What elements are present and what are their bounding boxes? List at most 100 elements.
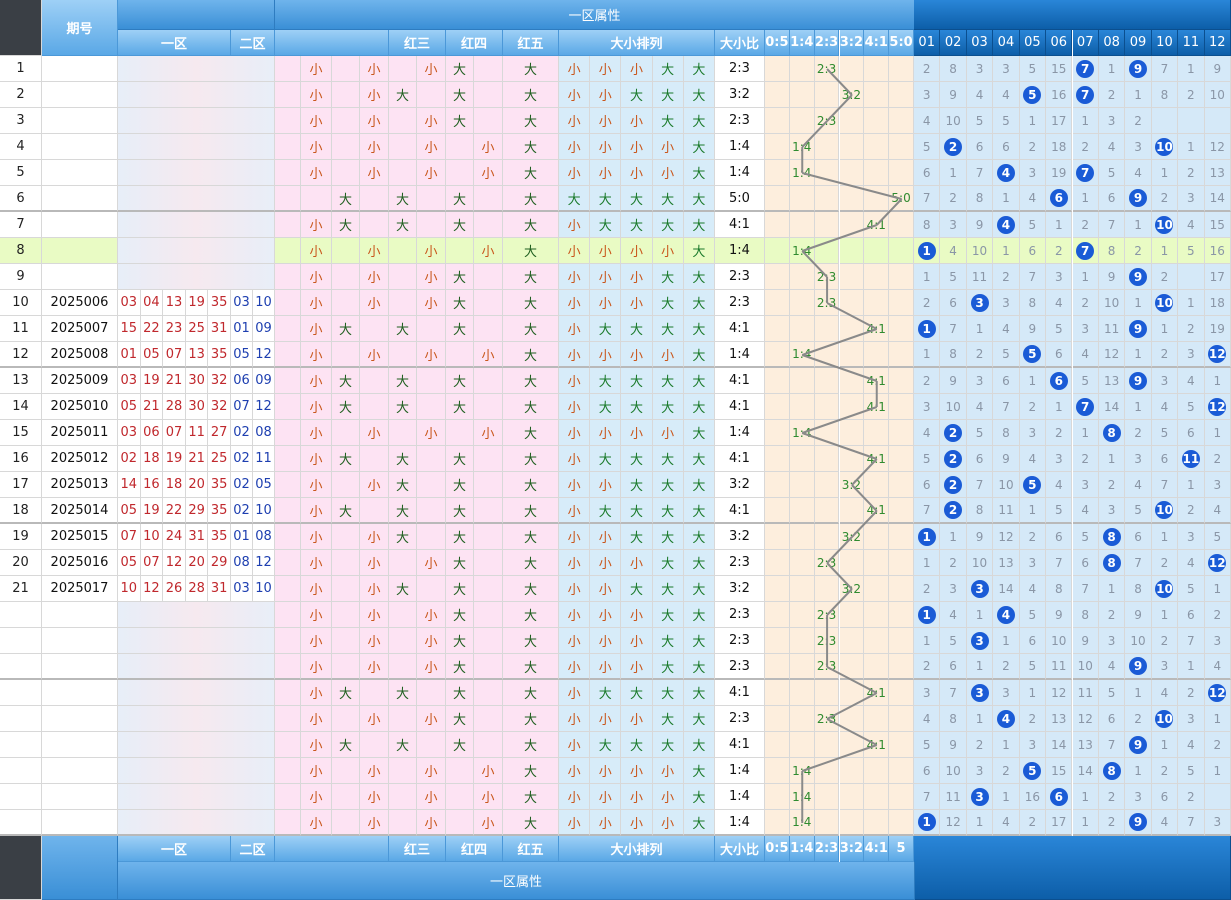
miss-cell: 11 (993, 498, 1020, 524)
attr-cell (446, 420, 474, 446)
miss-cell: 6 (1046, 524, 1073, 550)
miss-cell: 2 (940, 134, 967, 160)
miss-count: 13 (1209, 165, 1225, 180)
attr-cell: 小 (301, 56, 332, 82)
miss-cell: 11 (940, 784, 967, 810)
size-ratio-value: 1:4 (715, 758, 765, 784)
ratio-trend-cell (889, 706, 914, 732)
attr-cell: 大 (389, 316, 417, 342)
red-number: 32 (208, 394, 231, 420)
hit-ball: 2 (944, 501, 963, 519)
miss-count: 2 (949, 555, 957, 570)
size-order-cell: 小 (590, 524, 622, 550)
miss-cell: 13 (993, 550, 1020, 576)
ratio-trend-cell (889, 628, 914, 654)
miss-cell: 7 (966, 472, 994, 498)
attr-cell (301, 186, 332, 212)
miss-cell: 1 (966, 706, 994, 732)
miss-cell (1204, 784, 1231, 810)
size-ratio-value: 4:1 (715, 394, 765, 420)
size-order-cell: 大 (683, 212, 715, 238)
attr-gap (275, 628, 301, 654)
miss-count: 5 (1081, 373, 1090, 388)
ratio-col-header: 1:4 (789, 30, 815, 56)
ratio-trend-cell (889, 316, 914, 342)
size-ratio-value: 4:1 (715, 446, 765, 472)
miss-cell: 1 (1019, 368, 1047, 394)
miss-count: 6 (1187, 425, 1195, 440)
miss-count: 1 (922, 633, 931, 648)
attr-cell (417, 472, 446, 498)
miss-count: 8 (1107, 243, 1116, 258)
miss-count: 2 (1081, 139, 1090, 154)
miss-cell: 1 (914, 550, 941, 576)
attr-cell (332, 342, 360, 368)
size-order-cell: 大 (652, 446, 684, 472)
size-ratio-value: 1:4 (715, 160, 765, 186)
ratio-trend-cell (839, 602, 865, 628)
size-order-cell: 大 (652, 82, 684, 108)
row-period (42, 654, 118, 680)
miss-count: 1 (1187, 139, 1195, 154)
red-number: 07 (163, 342, 186, 368)
attr-cell: 大 (446, 82, 474, 108)
masked-numbers (118, 784, 275, 810)
miss-cell: 5 (914, 446, 941, 472)
blue-number: 10 (253, 498, 275, 524)
hit-ball: 1 (917, 813, 936, 831)
attr-cell: 小 (360, 290, 389, 316)
miss-count: 10 (971, 243, 988, 258)
ratio-trend-cell (765, 186, 790, 212)
miss-cell: 3 (1151, 654, 1179, 680)
size-order-cell: 大 (590, 680, 622, 706)
miss-cell: 7 (966, 160, 994, 186)
miss-col-header: 05 (1019, 30, 1047, 56)
miss-cell: 9 (1125, 186, 1152, 212)
attr-cell (417, 680, 446, 706)
miss-cell: 4 (914, 420, 941, 446)
red-number: 30 (185, 368, 209, 394)
miss-count: 4 (949, 243, 957, 258)
size-order-cell: 小 (621, 420, 653, 446)
ratio-trend-cell (789, 290, 815, 316)
red-number: 15 (118, 316, 141, 342)
blue-number: 08 (253, 420, 275, 446)
miss-count: 9 (1107, 269, 1116, 284)
ratio-trend-cell (765, 550, 790, 576)
ratio-trend-cell (864, 82, 890, 108)
miss-count: 13 (1051, 711, 1067, 726)
attr-cell: 小 (417, 290, 446, 316)
size-order-cell: 小 (590, 576, 622, 602)
miss-count: 1 (922, 269, 931, 284)
miss-cell: 3 (1098, 498, 1126, 524)
miss-footer (914, 836, 1231, 900)
attr-cell: 小 (474, 238, 503, 264)
size-ratio-value: 2:3 (715, 706, 765, 732)
attr-cell (389, 108, 417, 134)
miss-count: 8 (1081, 607, 1090, 622)
miss-cell: 4 (1178, 550, 1205, 576)
miss-cell: 3 (966, 784, 994, 810)
miss-cell: 2 (940, 186, 967, 212)
attr-cell (332, 108, 360, 134)
miss-cell: 4 (966, 394, 994, 420)
miss-cell: 2 (1151, 186, 1179, 212)
attr-cell: 小 (301, 82, 332, 108)
attr-gap (275, 134, 301, 160)
miss-count: 3 (1028, 737, 1037, 752)
miss-cell: 1 (1151, 732, 1179, 758)
attr-cell: 小 (301, 524, 332, 550)
ratio-trend-cell (839, 784, 865, 810)
miss-count: 10 (945, 113, 961, 128)
size-ratio-value: 2:3 (715, 628, 765, 654)
ratio-trend-cell (814, 498, 840, 524)
miss-cell: 5 (1204, 524, 1231, 550)
attr-cell: 小 (301, 680, 332, 706)
attr-cell (332, 654, 360, 680)
miss-cell: 2 (1125, 420, 1152, 446)
attr-gap (275, 342, 301, 368)
attr-cell (332, 784, 360, 810)
red-number: 31 (208, 576, 231, 602)
red-number: 07 (140, 550, 164, 576)
size-order-cell: 小 (559, 394, 591, 420)
